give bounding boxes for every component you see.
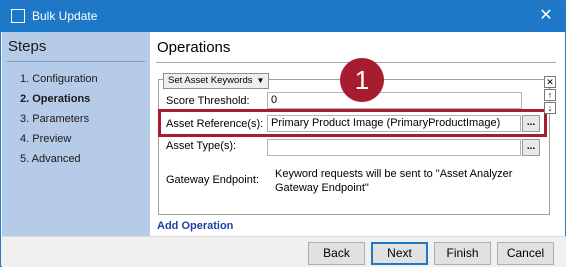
- asset-type-input[interactable]: [267, 139, 521, 156]
- steps-divider: [7, 61, 145, 62]
- operation-controls: ✕ ↑ ↓: [544, 76, 556, 115]
- steps-list: 1. Configuration 2. Operations 3. Parame…: [20, 69, 98, 169]
- step-advanced[interactable]: 5. Advanced: [20, 149, 98, 169]
- step-operations[interactable]: 2. Operations: [20, 89, 98, 109]
- next-button[interactable]: Next: [371, 242, 428, 265]
- asset-reference-input[interactable]: Primary Product Image (PrimaryProductIma…: [267, 115, 521, 132]
- wizard-footer: Back Next Finish Cancel: [2, 236, 566, 267]
- asset-reference-label: Asset Reference(s):: [166, 118, 264, 130]
- gateway-endpoint-text: Keyword requests will be sent to "Asset …: [275, 168, 513, 194]
- score-threshold-input[interactable]: 0: [267, 92, 522, 109]
- window-icon: [11, 9, 25, 23]
- close-icon[interactable]: ✕: [535, 5, 557, 27]
- asset-reference-browse-button[interactable]: ...: [522, 115, 540, 132]
- step-parameters[interactable]: 3. Parameters: [20, 109, 98, 129]
- add-operation-link[interactable]: Add Operation: [157, 220, 233, 232]
- title-bar: Bulk Update ✕: [1, 1, 565, 32]
- asset-type-label: Asset Type(s):: [166, 140, 237, 152]
- score-threshold-label: Score Threshold:: [166, 95, 250, 107]
- steps-heading: Steps: [8, 38, 47, 55]
- step-callout-badge: 1: [340, 58, 384, 102]
- remove-operation-icon[interactable]: ✕: [544, 76, 556, 88]
- back-button[interactable]: Back: [308, 242, 365, 265]
- steps-sidebar: Steps 1. Configuration 2. Operations 3. …: [2, 32, 150, 236]
- step-preview[interactable]: 4. Preview: [20, 129, 98, 149]
- window-title: Bulk Update: [32, 9, 98, 23]
- bulk-update-dialog: Bulk Update ✕ Steps 1. Configuration 2. …: [0, 0, 566, 267]
- step-configuration[interactable]: 1. Configuration: [20, 69, 98, 89]
- move-up-icon[interactable]: ↑: [544, 89, 556, 101]
- finish-button[interactable]: Finish: [434, 242, 491, 265]
- move-down-icon[interactable]: ↓: [544, 102, 556, 114]
- gateway-endpoint-label: Gateway Endpoint:: [166, 174, 259, 186]
- operation-type-value: Set Asset Keywords: [168, 75, 253, 86]
- operations-panel: Operations Set Asset Keywords ▼ Score Thr…: [150, 32, 565, 236]
- cancel-button[interactable]: Cancel: [497, 242, 554, 265]
- page-title: Operations: [157, 39, 231, 56]
- dropdown-arrow-icon: ▼: [256, 76, 265, 85]
- asset-type-browse-button[interactable]: ...: [522, 139, 540, 156]
- operation-type-select[interactable]: Set Asset Keywords ▼: [163, 73, 270, 89]
